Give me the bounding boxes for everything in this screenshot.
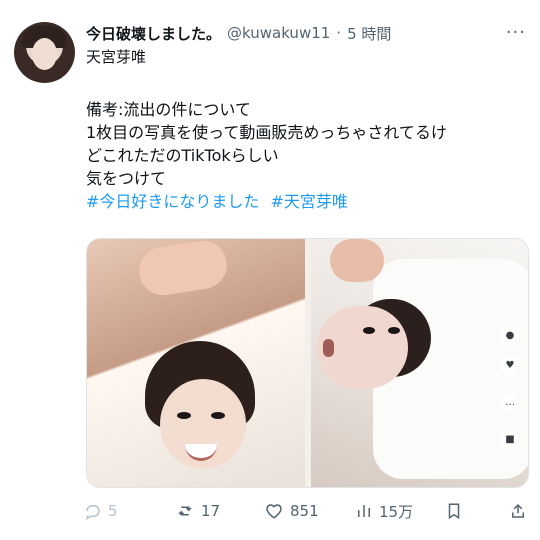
photo-eye-left-2 (211, 412, 225, 419)
views-button[interactable]: 15万 (355, 498, 413, 524)
photo-mouth (323, 339, 334, 357)
separator-dot: · (336, 24, 342, 42)
tweet-line-1: 備考:流出の件について (86, 100, 251, 119)
tweet-card[interactable]: 今日破壊しました。 @kuwakuw11 · 5 時間 ··· 天宮芽唯 備考:… (0, 0, 540, 540)
avatar[interactable] (14, 22, 75, 83)
hashtag-today-love[interactable]: #今日好きになりました (86, 192, 259, 211)
bookmark-button[interactable] (445, 498, 469, 524)
media-grid[interactable]: ● ♥ 2790 … 102 ■ 332 (86, 238, 529, 488)
tweet-time[interactable]: 5 時間 (347, 23, 391, 44)
retweet-count: 17 (201, 502, 221, 520)
handle[interactable]: @kuwakuw11 (227, 24, 330, 42)
photo-eye-right-2 (388, 327, 400, 334)
profile-mini-icon: ● (501, 327, 519, 345)
bookmark-small-icon: ■ (501, 431, 519, 449)
media-photo-left[interactable] (87, 239, 305, 487)
photo-eye-left-1 (177, 412, 191, 419)
photo-hand-right (330, 239, 384, 282)
retweet-button[interactable]: 17 (175, 498, 220, 524)
tweet-header: 今日破壊しました。 @kuwakuw11 · 5 時間 (86, 22, 526, 44)
more-icon[interactable]: ··· (506, 22, 526, 43)
tweet-line-3: どこれただのTikTokらしい (86, 146, 279, 165)
tweet-subtitle: 天宮芽唯 (86, 48, 147, 66)
retweet-icon (175, 502, 195, 520)
tweet-line-4: 気をつけて (86, 169, 167, 188)
avatar-face (32, 38, 57, 70)
share-icon (509, 502, 527, 520)
tiktok-side-rail: ● ♥ 2790 … 102 ■ 332 (499, 327, 521, 477)
tweet-actions: 5 17 851 15万 (84, 498, 532, 524)
media-photo-right[interactable]: ● ♥ 2790 … 102 ■ 332 (311, 239, 528, 487)
reply-count: 5 (108, 502, 118, 520)
views-icon (355, 502, 373, 520)
photo-eye-right-1 (363, 327, 375, 334)
heart-icon (264, 502, 284, 520)
view-count: 15万 (379, 502, 414, 521)
tweet-line-2: 1枚目の写真を使って動画販売めっちゃされてるけ (86, 123, 447, 142)
photo-hand (135, 239, 231, 299)
comment-small-icon: … (501, 394, 519, 412)
hashtag-amamiya-mei[interactable]: #天宮芽唯 (271, 192, 348, 211)
comment-icon (84, 502, 102, 520)
media-count-1: 2790 (502, 377, 518, 384)
media-count-2: 102 (504, 414, 516, 421)
reply-button[interactable]: 5 (84, 498, 118, 524)
tweet-body: 備考:流出の件について 1枚目の写真を使って動画販売めっちゃされてるけ どこれた… (86, 98, 526, 213)
share-button[interactable] (509, 498, 533, 524)
like-count: 851 (290, 502, 319, 520)
hashtags-line: #今日好きになりました #天宮芽唯 (86, 190, 526, 213)
heart-small-icon: ♥ (501, 357, 519, 375)
display-name[interactable]: 今日破壊しました。 (86, 23, 221, 44)
like-button[interactable]: 851 (264, 498, 319, 524)
bookmark-icon (445, 502, 463, 520)
media-count-3: 332 (504, 451, 516, 458)
